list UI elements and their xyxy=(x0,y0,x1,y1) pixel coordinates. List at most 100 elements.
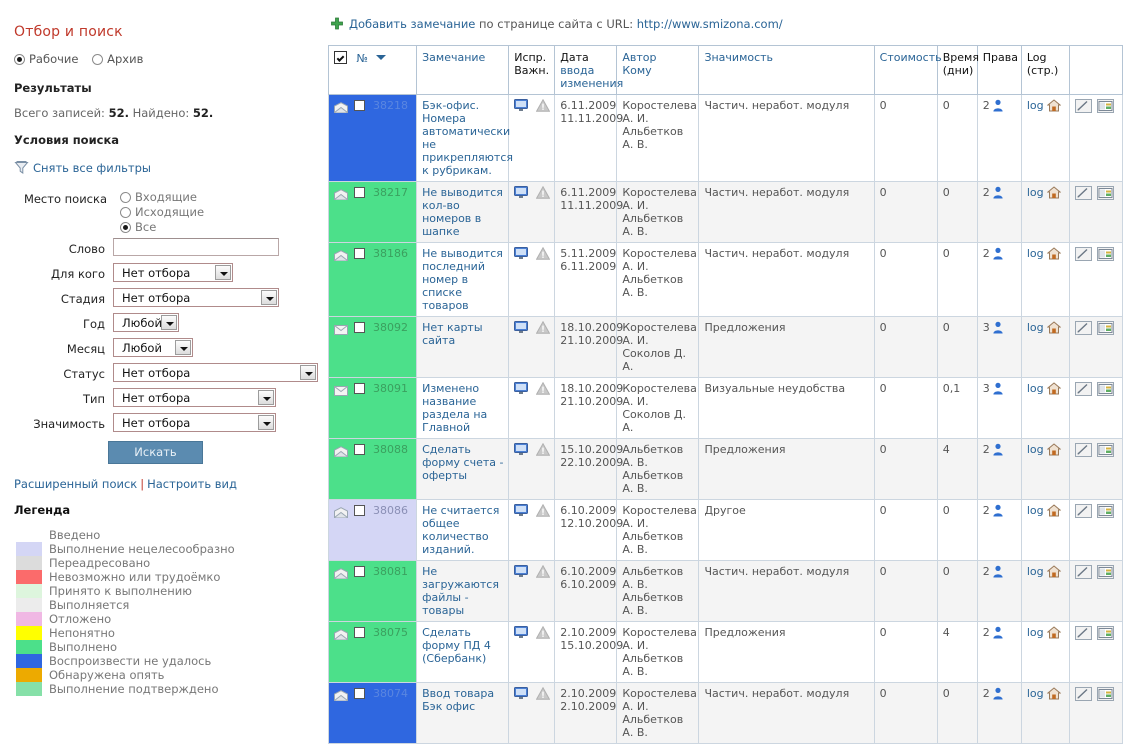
person-icon[interactable] xyxy=(992,321,1004,337)
person-icon[interactable] xyxy=(992,443,1004,459)
edit-pencil-icon[interactable] xyxy=(1074,321,1092,335)
row-note-cell[interactable]: Сделать форму счета - оферты xyxy=(416,438,510,500)
col-header-date-l3[interactable]: изменения xyxy=(560,77,623,90)
row-log-cell[interactable]: log xyxy=(1021,682,1070,744)
col-header-author-l1[interactable]: Автор xyxy=(622,51,656,64)
row-actions-cell[interactable] xyxy=(1069,316,1123,378)
envelope-open-icon[interactable] xyxy=(334,629,348,643)
search-button[interactable]: Искать xyxy=(108,441,203,464)
row-note-link[interactable]: Бэк-офис. Номера автоматически не прикре… xyxy=(422,99,513,177)
report-view-icon[interactable] xyxy=(1097,443,1115,457)
row-actions-cell[interactable] xyxy=(1069,621,1123,683)
select-all-checkbox-icon[interactable] xyxy=(334,51,347,64)
row-actions-cell[interactable] xyxy=(1069,94,1123,182)
chevron-down-icon[interactable] xyxy=(258,390,274,405)
row-note-cell[interactable]: Сделать форму ПД 4 (Сбербанк) xyxy=(416,621,510,683)
report-view-icon[interactable] xyxy=(1097,626,1115,640)
row-id-cell[interactable]: 38075 xyxy=(327,621,418,683)
home-icon[interactable] xyxy=(1046,321,1061,337)
row-log-link[interactable]: log xyxy=(1027,382,1044,395)
table-row[interactable]: 38074 Ввод товара Бэк офис 2.10.2009 2.10… xyxy=(327,682,1123,744)
report-view-icon[interactable] xyxy=(1097,382,1115,396)
home-icon[interactable] xyxy=(1046,247,1061,263)
row-id[interactable]: 38218 xyxy=(373,99,408,112)
significance-select[interactable]: Нет отбора xyxy=(113,413,276,432)
type-select[interactable]: Нет отбора xyxy=(113,388,276,407)
home-icon[interactable] xyxy=(1046,504,1061,520)
stage-select[interactable]: Нет отбора xyxy=(113,288,279,307)
edit-pencil-icon[interactable] xyxy=(1074,687,1092,701)
home-icon[interactable] xyxy=(1046,565,1061,581)
row-note-link[interactable]: Не загружаются файлы - товары xyxy=(422,565,499,617)
row-checkbox[interactable] xyxy=(353,248,365,259)
row-checkbox[interactable] xyxy=(353,505,365,516)
row-note-link[interactable]: Не выводится последний номер в списке то… xyxy=(422,247,503,312)
envelope-closed-icon[interactable] xyxy=(334,385,348,399)
row-checkbox[interactable] xyxy=(353,100,365,111)
report-view-icon[interactable] xyxy=(1097,565,1115,579)
row-id[interactable]: 38088 xyxy=(373,443,408,456)
report-view-icon[interactable] xyxy=(1097,687,1115,701)
row-note-link[interactable]: Нет карты сайта xyxy=(422,321,482,347)
radio-working[interactable] xyxy=(14,54,25,65)
col-header-date[interactable]: Дата ввода изменения xyxy=(554,45,623,95)
person-icon[interactable] xyxy=(992,382,1004,398)
person-icon[interactable] xyxy=(992,626,1004,642)
radio-archive[interactable] xyxy=(92,54,104,65)
place-option-outgoing[interactable]: Исходящие xyxy=(120,205,204,220)
row-id-cell[interactable]: 38088 xyxy=(327,438,418,500)
report-view-icon[interactable] xyxy=(1097,321,1115,335)
row-log-cell[interactable]: log xyxy=(1021,242,1070,317)
row-note-cell[interactable]: Не загружаются файлы - товары xyxy=(416,560,510,622)
home-icon[interactable] xyxy=(1046,626,1061,642)
table-row[interactable]: 38092 Нет карты сайта 18.10.2009 21.10.20… xyxy=(327,316,1123,378)
report-view-icon[interactable] xyxy=(1097,504,1115,518)
row-checkbox[interactable] xyxy=(353,444,365,455)
row-note-cell[interactable]: Не считается общее количество изданий. xyxy=(416,499,510,561)
advanced-search-link[interactable]: Расширенный поиск xyxy=(14,477,137,491)
radio-all[interactable] xyxy=(120,222,131,233)
person-icon[interactable] xyxy=(992,247,1004,263)
col-header-significance[interactable]: Значимость xyxy=(698,45,875,95)
envelope-open-icon[interactable] xyxy=(334,690,348,704)
radio-outgoing[interactable] xyxy=(120,207,131,218)
row-note-cell[interactable]: Бэк-офис. Номера автоматически не прикре… xyxy=(416,94,513,182)
place-option-incoming[interactable]: Входящие xyxy=(120,190,204,205)
customize-view-link[interactable]: Настроить вид xyxy=(147,477,237,491)
home-icon[interactable] xyxy=(1046,687,1061,703)
scope-option-archive[interactable]: Архив xyxy=(92,52,143,66)
col-header-note[interactable]: Замечание xyxy=(416,45,510,95)
person-icon[interactable] xyxy=(992,687,1004,703)
row-log-cell[interactable]: log xyxy=(1021,438,1070,500)
chevron-down-icon[interactable] xyxy=(376,55,387,60)
edit-pencil-icon[interactable] xyxy=(1074,443,1092,457)
edit-pencil-icon[interactable] xyxy=(1074,565,1092,579)
row-id[interactable]: 38091 xyxy=(373,382,408,395)
envelope-open-icon[interactable] xyxy=(334,446,348,460)
chevron-down-icon[interactable] xyxy=(215,265,231,280)
person-icon[interactable] xyxy=(992,504,1004,520)
clear-filters-row[interactable]: Снять все фильтры xyxy=(14,160,151,178)
row-log-cell[interactable]: log xyxy=(1021,560,1070,622)
row-id-cell[interactable]: 38186 xyxy=(327,242,418,317)
envelope-open-icon[interactable] xyxy=(334,250,348,264)
edit-pencil-icon[interactable] xyxy=(1074,99,1092,113)
chevron-down-icon[interactable] xyxy=(175,340,191,355)
clear-filters-link[interactable]: Снять все фильтры xyxy=(33,161,151,175)
row-log-cell[interactable]: log xyxy=(1021,621,1070,683)
row-actions-cell[interactable] xyxy=(1069,499,1123,561)
report-view-icon[interactable] xyxy=(1097,247,1115,261)
row-actions-cell[interactable] xyxy=(1069,242,1123,317)
row-log-cell[interactable]: log xyxy=(1021,377,1070,439)
envelope-open-icon[interactable] xyxy=(334,189,348,203)
col-header-significance-label[interactable]: Значимость xyxy=(704,51,773,64)
row-note-link[interactable]: Не выводится кол-во номеров в шапке xyxy=(422,186,503,238)
row-id-cell[interactable]: 38091 xyxy=(327,377,418,439)
col-header-note-label[interactable]: Замечание xyxy=(422,51,485,64)
row-log-link[interactable]: log xyxy=(1027,99,1044,112)
row-note-cell[interactable]: Ввод товара Бэк офис xyxy=(416,682,510,744)
radio-incoming[interactable] xyxy=(120,192,131,203)
row-log-cell[interactable]: log xyxy=(1021,316,1070,378)
table-row[interactable]: 38075 Сделать форму ПД 4 (Сбербанк) 2.10… xyxy=(327,621,1123,683)
envelope-closed-icon[interactable] xyxy=(334,324,348,338)
